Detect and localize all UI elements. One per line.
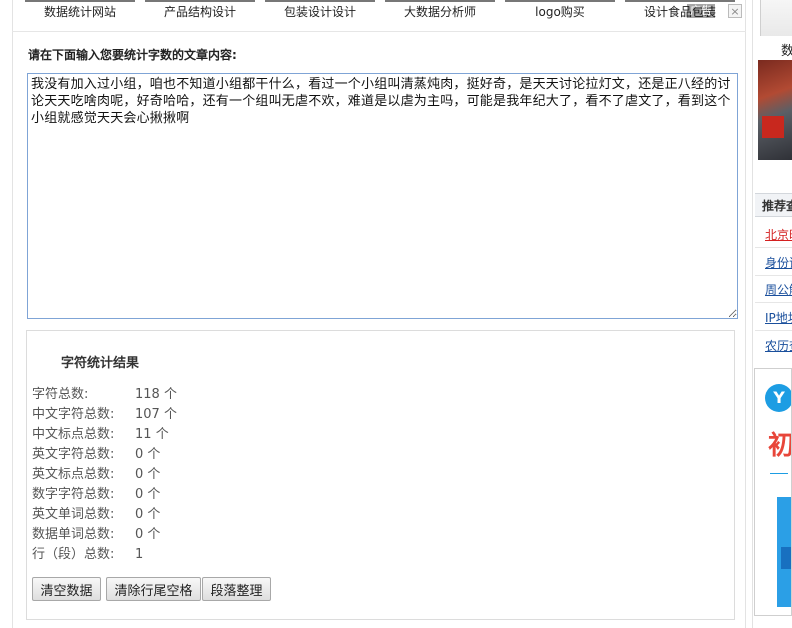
stat-unit: 个 <box>147 487 161 502</box>
ad-tab[interactable]: 设计食品包装 <box>625 0 735 22</box>
stat-value: 11 <box>135 427 152 442</box>
ad-logo-icon: Y <box>765 384 791 412</box>
stat-row-english-words: 英文单词总数: 0 个 <box>32 505 177 525</box>
stat-unit: 个 <box>147 447 161 462</box>
sidebar-link-beijing-time[interactable]: 北京时 <box>765 226 792 243</box>
stat-row-chinese-punct: 中文标点总数: 11 个 <box>32 425 177 445</box>
ad-tab[interactable]: 数据统计网站 <box>25 0 135 22</box>
ad-image <box>265 0 375 2</box>
input-prompt: 请在下面输入您要统计字数的文章内容: <box>28 48 237 62</box>
stat-row-chinese-chars: 中文字符总数: 107 个 <box>32 405 177 425</box>
stat-value: 1 <box>135 547 144 562</box>
ad-tab-label[interactable]: 包装设计设计 <box>265 3 375 20</box>
stat-row-total-chars: 字符总数: 118 个 <box>32 385 177 405</box>
stat-label: 英文标点总数: <box>32 467 115 482</box>
recommended-tools-header: 推荐查 <box>755 193 792 217</box>
ad-headline: 初 <box>768 431 792 461</box>
stat-unit: 个 <box>155 427 169 442</box>
trim-trailing-spaces-button[interactable]: 清除行尾空格 <box>106 577 201 601</box>
ad-image <box>625 0 735 2</box>
stat-row-english-punct: 英文标点总数: 0 个 <box>32 465 177 485</box>
content-border-left <box>12 0 13 628</box>
stat-row-english-chars: 英文字符总数: 0 个 <box>32 445 177 465</box>
stat-label: 中文字符总数: <box>32 407 115 422</box>
sidebar-top-image[interactable] <box>760 0 792 36</box>
ad-tab[interactable]: 大数据分析师 <box>385 0 495 22</box>
ad-tab[interactable]: logo购买 <box>505 0 615 22</box>
sidebar-photo[interactable] <box>758 60 792 160</box>
sidebar-ad[interactable]: Y 初 <box>754 368 792 616</box>
sidebar-border <box>752 0 753 628</box>
stat-unit: 个 <box>163 387 177 402</box>
stat-label: 数据单词总数: <box>32 527 115 542</box>
divider <box>12 31 746 32</box>
sidebar-link-ip[interactable]: IP地址 <box>765 309 792 326</box>
stat-row-number-words: 数据单词总数: 0 个 <box>32 525 177 545</box>
ad-close-icon[interactable]: × <box>728 4 742 18</box>
sidebar-link-dream[interactable]: 周公解 <box>765 281 792 298</box>
stat-label: 行（段）总数: <box>32 547 115 562</box>
divider <box>755 275 792 276</box>
ad-tab-label[interactable]: 数据统计网站 <box>25 3 135 20</box>
clear-data-button[interactable]: 清空数据 <box>32 577 101 601</box>
result-title: 字符统计结果 <box>61 356 140 371</box>
ad-tab-label[interactable]: logo购买 <box>505 3 615 20</box>
stat-unit: 个 <box>147 527 161 542</box>
stat-label: 数字字符总数: <box>32 487 115 502</box>
stat-label: 英文字符总数: <box>32 447 115 462</box>
divider <box>770 473 788 474</box>
stat-value: 0 <box>135 467 144 482</box>
stat-value: 118 <box>135 387 160 402</box>
stat-label: 英文单词总数: <box>32 507 115 522</box>
stat-unit: 个 <box>163 407 177 422</box>
ad-tab-label[interactable]: 大数据分析师 <box>385 3 495 20</box>
result-panel: 字符统计结果 字符总数: 118 个 中文字符总数: 107 个 中文标点总数: 11… <box>26 330 735 620</box>
ad-tab[interactable]: 产品结构设计 <box>145 0 255 22</box>
divider <box>755 302 792 303</box>
sidebar-link-id-card[interactable]: 身份证 <box>765 254 792 271</box>
ad-badge: 广告 <box>687 4 715 18</box>
photo-detail <box>762 116 784 138</box>
ad-image <box>505 0 615 2</box>
ad-graphic <box>781 547 791 569</box>
ad-image <box>25 0 135 2</box>
stat-value: 0 <box>135 487 144 502</box>
ad-tab-label[interactable]: 产品结构设计 <box>145 3 255 20</box>
divider <box>755 247 792 248</box>
stats-list: 字符总数: 118 个 中文字符总数: 107 个 中文标点总数: 11 个 英文字符… <box>32 385 177 565</box>
stat-row-lines: 行（段）总数: 1 <box>32 545 177 565</box>
sidebar-caption: 数 <box>781 44 792 59</box>
ad-tab[interactable]: 包装设计设计 <box>265 0 375 22</box>
stat-value: 0 <box>135 507 144 522</box>
sidebar-link-lunar[interactable]: 农历查 <box>765 337 792 354</box>
stat-unit: 个 <box>147 507 161 522</box>
article-content-textarea[interactable]: 我没有加入过小组，咱也不知道小组都干什么，看过一个小组叫清蒸炖肉，挺好奇，是天天… <box>27 73 738 319</box>
format-paragraphs-button[interactable]: 段落整理 <box>202 577 271 601</box>
stat-value: 107 <box>135 407 160 422</box>
ad-tab-label[interactable]: 设计食品包装 <box>625 3 735 20</box>
stat-row-digit-chars: 数字字符总数: 0 个 <box>32 485 177 505</box>
stat-label: 字符总数: <box>32 387 89 402</box>
stat-label: 中文标点总数: <box>32 427 115 442</box>
divider <box>755 330 792 331</box>
stat-value: 0 <box>135 447 144 462</box>
ad-strip: 数据统计网站 产品结构设计 包装设计设计 大数据分析师 logo购买 设计食品包… <box>0 0 745 22</box>
stat-value: 0 <box>135 527 144 542</box>
ad-image <box>385 0 495 2</box>
ad-image <box>145 0 255 2</box>
stat-unit: 个 <box>147 467 161 482</box>
content-border-right <box>745 0 746 628</box>
